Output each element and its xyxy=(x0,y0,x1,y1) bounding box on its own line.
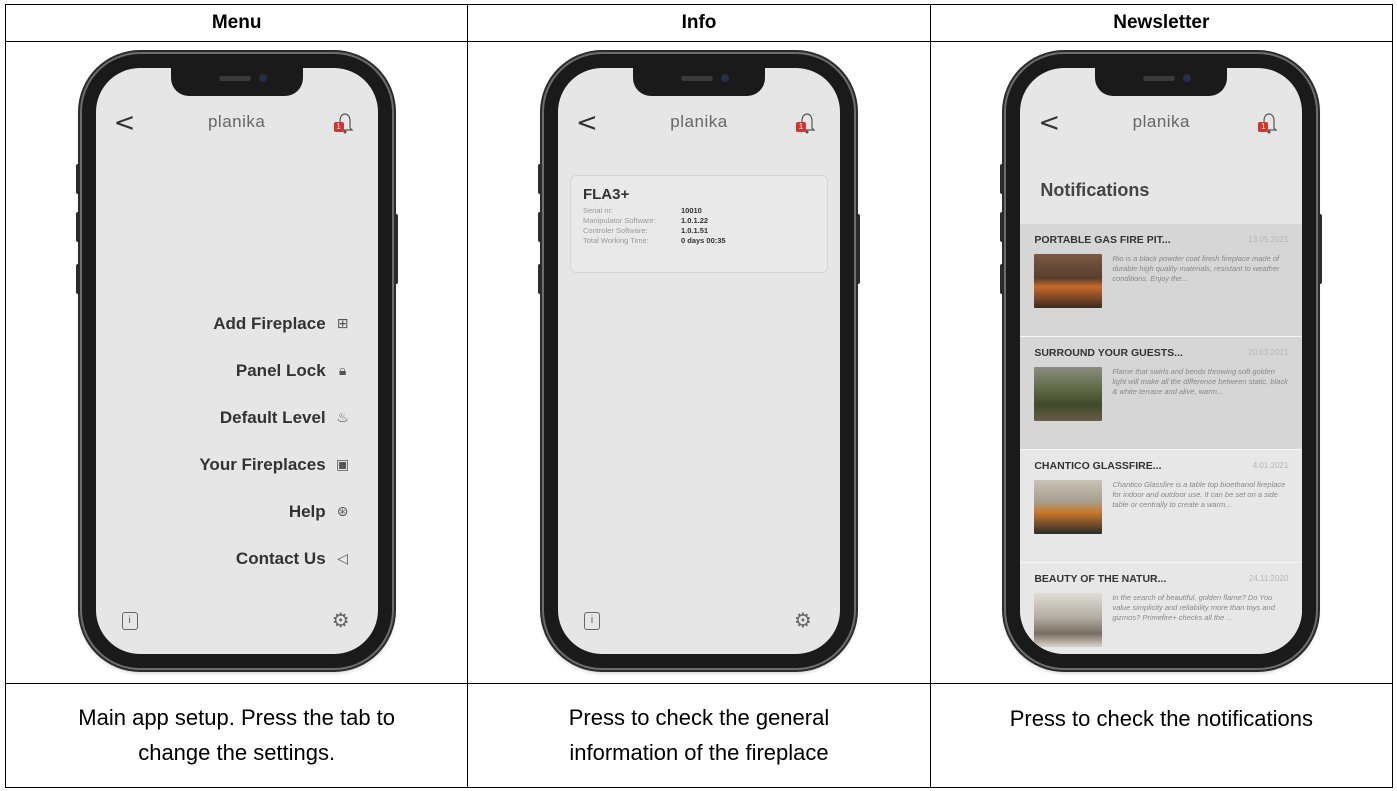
notification-thumbnail xyxy=(1034,254,1103,309)
notification-item[interactable]: CHANTICO GLASSFIRE... 4.01.2021 Chantico… xyxy=(1020,450,1303,564)
menu-item-label: Default Level xyxy=(219,407,326,427)
notification-badge: 1 xyxy=(1258,122,1269,133)
menu-item-label: Panel Lock xyxy=(235,360,326,380)
menu-item-contact-us[interactable]: Contact Us ◁ xyxy=(199,535,351,582)
info-row: Manipulator Software: 1.0.1.22 xyxy=(582,216,709,226)
menu-item-panel-lock[interactable]: Panel Lock 🔒︎ xyxy=(199,347,351,394)
lifebuoy-icon: ⊛ xyxy=(336,503,349,520)
phone-frame: < planika 1 Notifications PORTABLE GAS F… xyxy=(1000,54,1323,669)
phone-screen: < planika 1 Add Fireplace ⊞ Panel Lock 🔒︎ … xyxy=(95,68,378,655)
notch xyxy=(632,68,765,97)
info-row: Serial nr: 10010 xyxy=(582,206,702,216)
menu-item-help[interactable]: Help ⊛ xyxy=(199,488,351,535)
header-newsletter: Newsletter xyxy=(929,3,1394,43)
notification-text: Flame that swirls and bends throwing sof… xyxy=(1112,367,1288,397)
send-icon: ◁ xyxy=(337,550,349,567)
phone-frame: < planika 1 Add Fireplace ⊞ Panel Lock 🔒︎ … xyxy=(75,54,398,669)
document-table: Menu Info Newsletter < planika 1 Add Fir… xyxy=(4,3,1394,789)
notification-text: Chantico Glassfire is a table top bioeth… xyxy=(1112,480,1286,510)
device-model: FLA3+ xyxy=(582,186,630,204)
bell-icon[interactable]: 1 xyxy=(1258,110,1280,134)
header-info: Info xyxy=(467,3,931,43)
menu-item-label: Your Fireplaces xyxy=(199,454,326,474)
notification-thumbnail xyxy=(1034,367,1103,422)
notification-title: CHANTICO GLASSFIRE... xyxy=(1034,460,1162,473)
app-bar: < planika 1 xyxy=(558,104,840,144)
notification-text: Rio is a black powder coat finish firepl… xyxy=(1112,254,1280,284)
app-bar: < planika 1 xyxy=(1020,104,1302,144)
notification-item[interactable]: PORTABLE GAS FIRE PIT... 13.05.2021 Rio … xyxy=(1020,224,1303,338)
caption-newsletter: Press to check the notifications xyxy=(929,682,1394,789)
notification-item[interactable]: BEAUTY OF THE NATUR... 24.11.2020 In the… xyxy=(1020,563,1303,655)
menu-item-your-fireplaces[interactable]: Your Fireplaces ▣ xyxy=(199,441,351,488)
phone-frame: < planika 1 FLA3+ Serial nr: 10010 Manipu… xyxy=(537,54,860,669)
notification-date: 24.11.2020 xyxy=(1248,574,1289,584)
bell-icon[interactable]: 1 xyxy=(795,110,818,134)
menu-phone-cell: < planika 1 Add Fireplace ⊞ Panel Lock 🔒︎ … xyxy=(4,41,469,684)
notifications-title: Notifications xyxy=(1040,180,1150,201)
info-icon[interactable]: i xyxy=(121,612,138,631)
caption-menu: Main app setup. Press the tab to change t… xyxy=(4,682,469,789)
phone-screen: < planika 1 FLA3+ Serial nr: 10010 Manipu… xyxy=(557,68,840,655)
fireplace-icon: ▣ xyxy=(336,456,350,473)
menu-item-label: Add Fireplace xyxy=(213,313,326,333)
header-menu: Menu xyxy=(4,3,469,43)
notification-text: In the search of beautiful, golden flame… xyxy=(1112,593,1275,623)
bottom-bar: i ⚙ xyxy=(96,608,378,636)
caption-info: Press to check the general information of… xyxy=(467,682,931,789)
menu-item-add-fireplace[interactable]: Add Fireplace ⊞ xyxy=(199,300,351,347)
bottom-bar: i ⚙ xyxy=(558,608,840,636)
flame-icon: ♨ xyxy=(336,409,349,426)
app-bar: < planika 1 xyxy=(96,104,378,144)
info-row: Total Working Time: 0 days 00:35 xyxy=(582,236,726,246)
menu-item-default-level[interactable]: Default Level ♨ xyxy=(199,394,351,441)
info-row: Controler Software: 1.0.1.51 xyxy=(582,226,709,236)
device-info-card: FLA3+ Serial nr: 10010 Manipulator Softwa… xyxy=(569,175,828,274)
info-icon[interactable]: i xyxy=(583,612,600,631)
newsletter-phone-cell: < planika 1 Notifications PORTABLE GAS F… xyxy=(929,41,1394,684)
menu-item-label: Help xyxy=(288,501,326,521)
notification-thumbnail xyxy=(1034,480,1103,535)
notification-date: 20.03.2021 xyxy=(1248,348,1289,358)
menu-item-label: Contact Us xyxy=(235,548,326,568)
notch xyxy=(1095,68,1228,97)
notification-badge: 1 xyxy=(333,122,344,133)
notification-list: PORTABLE GAS FIRE PIT... 13.05.2021 Rio … xyxy=(1020,224,1303,655)
menu-list: Add Fireplace ⊞ Panel Lock 🔒︎ Default Leve… xyxy=(199,300,351,582)
bell-icon[interactable]: 1 xyxy=(333,110,356,134)
notification-date: 13.05.2021 xyxy=(1248,235,1289,245)
add-icon: ⊞ xyxy=(336,315,349,332)
gear-icon[interactable]: ⚙ xyxy=(794,608,812,632)
info-phone-cell: < planika 1 FLA3+ Serial nr: 10010 Manipu… xyxy=(467,41,931,684)
notch xyxy=(170,68,303,97)
lock-icon: 🔒︎ xyxy=(338,362,347,379)
gear-icon[interactable]: ⚙ xyxy=(332,608,350,632)
notification-thumbnail xyxy=(1034,593,1103,648)
notification-badge: 1 xyxy=(795,122,806,133)
phone-screen: < planika 1 Notifications PORTABLE GAS F… xyxy=(1020,68,1303,655)
notification-item[interactable]: SURROUND YOUR GUESTS... 20.03.2021 Flame… xyxy=(1020,337,1303,451)
notification-date: 4.01.2021 xyxy=(1252,461,1289,471)
